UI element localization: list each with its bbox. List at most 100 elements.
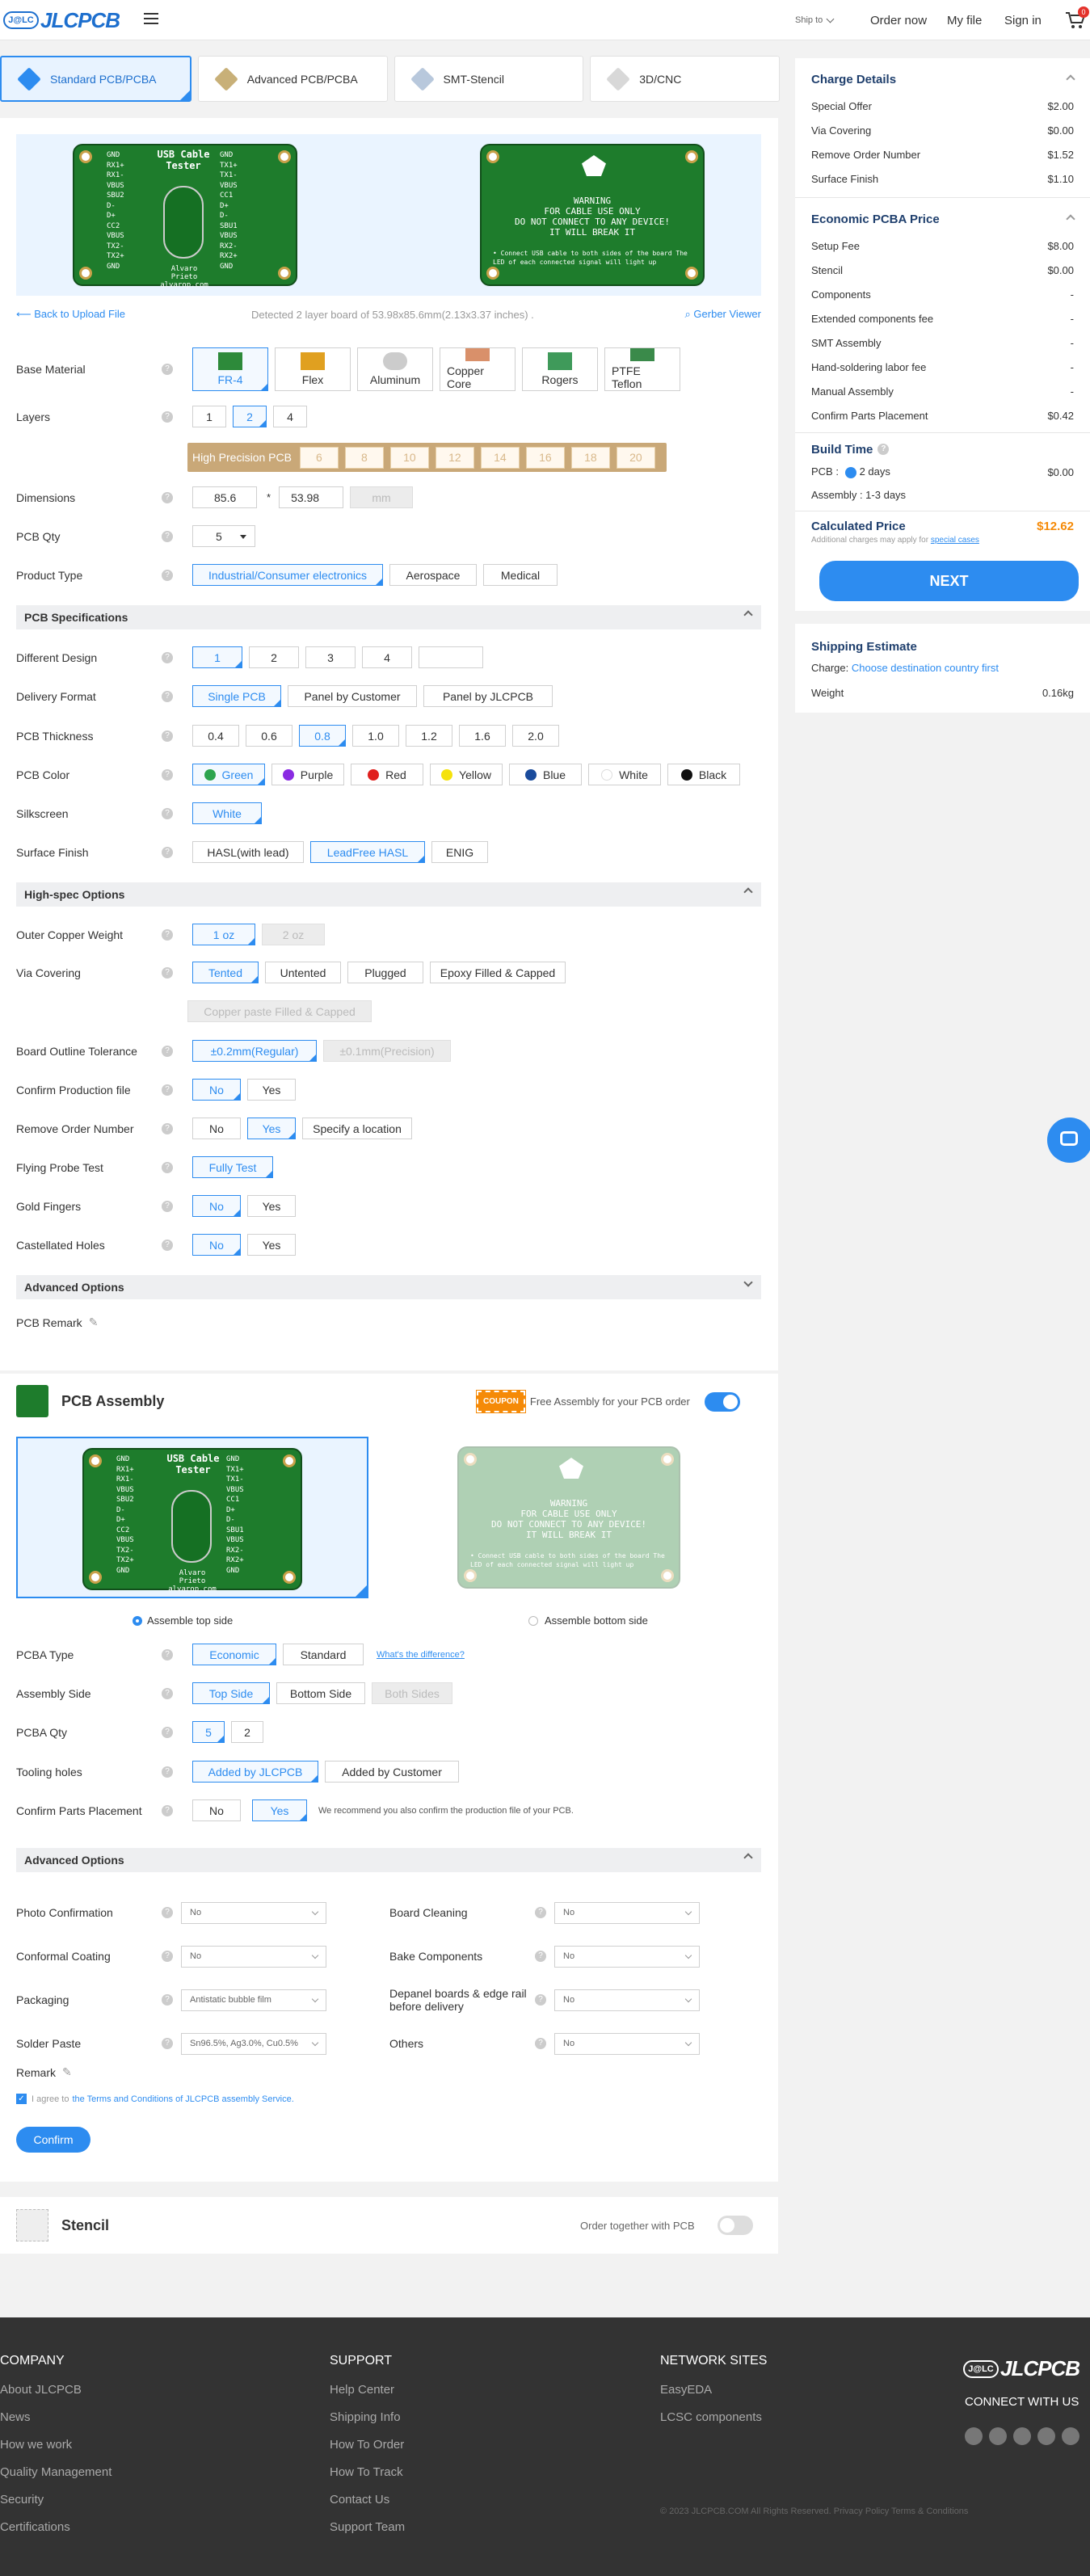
back-to-upload-link[interactable]: ⟵ Back to Upload File <box>16 308 125 321</box>
help-icon[interactable]: ? <box>162 690 173 702</box>
pcba-qty-5[interactable]: 5 <box>192 1721 225 1743</box>
help-icon[interactable]: ? <box>535 1907 546 1918</box>
footer-link[interactable]: Certifications <box>0 2520 112 2548</box>
checkbox-checked-icon[interactable]: ✓ <box>16 2094 27 2104</box>
help-icon[interactable]: ? <box>162 410 173 423</box>
pcba-price-header[interactable]: Economic PCBA Price <box>795 204 1090 234</box>
tolerance-regular[interactable]: ±0.2mm(Regular) <box>192 1040 317 1062</box>
help-icon[interactable]: ? <box>162 846 173 858</box>
layers-option[interactable]: 10 <box>389 446 429 469</box>
via-copper-paste[interactable]: Copper paste Filled & Capped <box>187 1000 372 1022</box>
footer-link[interactable]: How To Track <box>330 2465 405 2493</box>
layers-option[interactable]: 12 <box>435 446 474 469</box>
tab-standard-pcb[interactable]: Standard PCB/PCBA <box>0 56 191 102</box>
help-icon[interactable]: ? <box>162 966 173 979</box>
assembly-remark-row[interactable]: Remark ✎ <box>16 2065 72 2079</box>
assembly-advanced-header[interactable]: Advanced Options <box>16 1848 761 1872</box>
linkedin-icon[interactable] <box>1062 2427 1079 2445</box>
help-icon[interactable]: ? <box>162 1122 173 1134</box>
delivery-single-pcb[interactable]: Single PCB <box>192 685 281 707</box>
help-icon[interactable]: ? <box>162 1084 173 1096</box>
next-button[interactable]: NEXT <box>819 561 1079 601</box>
footer-link[interactable]: LCSC components <box>660 2410 767 2438</box>
thickness-option[interactable]: 0.8 <box>299 725 346 747</box>
pcb-qty-select[interactable]: 5 <box>192 525 255 547</box>
thickness-option[interactable]: 1.0 <box>352 725 399 747</box>
layers-option[interactable]: 4 <box>273 406 307 427</box>
thickness-option[interactable]: 0.6 <box>246 725 292 747</box>
confirm-production-no[interactable]: No <box>192 1079 241 1101</box>
color-option-green[interactable]: Green <box>192 764 265 785</box>
footer-link[interactable]: Support Team <box>330 2520 405 2548</box>
side-bottom[interactable]: Bottom Side <box>276 1682 365 1704</box>
footer-link[interactable]: Security <box>0 2493 112 2520</box>
edit-pencil-icon[interactable]: ✎ <box>62 2065 72 2079</box>
help-icon[interactable]: ? <box>162 1726 173 1738</box>
assembly-bottom-card[interactable]: WARNING FOR CABLE USE ONLY DO NOT CONNECT … <box>393 1437 745 1598</box>
choose-country-link[interactable]: Choose destination country first <box>852 662 999 674</box>
help-icon[interactable]: ? <box>162 1907 173 1918</box>
thickness-option[interactable]: 1.6 <box>459 725 506 747</box>
help-icon[interactable]: ? <box>162 1687 173 1699</box>
copper-2oz[interactable]: 2 oz <box>262 924 325 945</box>
dimension-x-input[interactable]: 85.6 <box>192 486 257 508</box>
help-icon[interactable]: ? <box>535 2038 546 2049</box>
confirm-button[interactable]: Confirm <box>16 2127 90 2153</box>
footer-link[interactable]: Quality Management <box>0 2465 112 2493</box>
option-select[interactable]: Sn96.5%, Ag3.0%, Cu0.5% <box>181 2032 326 2055</box>
surface-hasl-lead[interactable]: HASL(with lead) <box>192 841 304 863</box>
option-select[interactable]: No <box>554 1901 700 1924</box>
footer-link[interactable]: How To Order <box>330 2438 405 2465</box>
sign-in-link[interactable]: Sign in <box>1004 0 1042 40</box>
help-icon[interactable]: ? <box>162 2038 173 2049</box>
footer-link[interactable]: News <box>0 2410 112 2438</box>
option-select[interactable]: No <box>554 1989 700 2011</box>
tab-advanced-pcb[interactable]: Advanced PCB/PCBA <box>197 56 388 102</box>
surface-enig[interactable]: ENIG <box>431 841 488 863</box>
product-type-aerospace[interactable]: Aerospace <box>389 564 477 586</box>
tab-smt-stencil[interactable]: SMT-Stencil <box>393 56 584 102</box>
tolerance-precision[interactable]: ±0.1mm(Precision) <box>323 1040 451 1062</box>
silkscreen-white[interactable]: White <box>192 802 262 824</box>
help-icon[interactable]: ? <box>162 569 173 581</box>
unit-select[interactable]: mm <box>350 486 414 508</box>
option-select[interactable]: Antistatic bubble film <box>181 1989 326 2011</box>
delivery-panel-jlcpcb[interactable]: Panel by JLCPCB <box>423 685 553 707</box>
layers-option[interactable]: 20 <box>616 446 655 469</box>
menu-icon[interactable] <box>144 13 158 24</box>
option-select[interactable]: No <box>181 1945 326 1968</box>
help-icon[interactable]: ? <box>162 730 173 742</box>
help-icon[interactable]: ? <box>162 1161 173 1173</box>
order-now-link[interactable]: Order now <box>870 0 927 40</box>
material-fr4[interactable]: FR-4 <box>192 347 268 391</box>
material-flex[interactable]: Flex <box>275 347 351 391</box>
terms-link[interactable]: the Terms and Conditions of JLCPCB assem… <box>72 2094 293 2104</box>
edit-pencil-icon[interactable]: ✎ <box>89 1315 99 1329</box>
castellated-no[interactable]: No <box>192 1234 241 1256</box>
design-option[interactable]: 1 <box>192 646 242 668</box>
material-rogers[interactable]: Rogers <box>522 347 598 391</box>
castellated-yes[interactable]: Yes <box>247 1234 296 1256</box>
chat-widget-button[interactable] <box>1047 1118 1090 1163</box>
material-ptfe-teflon[interactable]: PTFE Teflon <box>604 347 680 391</box>
ship-to-selector[interactable]: Ship to <box>795 0 835 40</box>
layers-option[interactable]: 6 <box>299 446 339 469</box>
via-untented[interactable]: Untented <box>265 962 341 983</box>
color-option-yellow[interactable]: Yellow <box>430 764 503 785</box>
pcba-standard[interactable]: Standard <box>283 1644 364 1665</box>
jlcpcb-logo[interactable]: J@LC JLCPCB <box>3 8 120 32</box>
via-plugged[interactable]: Plugged <box>347 962 423 983</box>
surface-leadfree-hasl[interactable]: LeadFree HASL <box>310 841 425 863</box>
tooling-customer[interactable]: Added by Customer <box>325 1761 459 1783</box>
design-option[interactable]: 3 <box>305 646 356 668</box>
material-copper-core[interactable]: Copper Core <box>440 347 516 391</box>
side-top[interactable]: Top Side <box>192 1682 270 1704</box>
charge-details-header[interactable]: Charge Details <box>795 65 1090 94</box>
help-icon[interactable]: ? <box>162 530 173 542</box>
layers-option[interactable]: 8 <box>344 446 384 469</box>
special-cases-link[interactable]: special cases <box>931 536 979 545</box>
my-file-link[interactable]: My file <box>947 0 982 40</box>
help-icon[interactable]: ? <box>162 1045 173 1057</box>
design-custom-input[interactable] <box>419 646 483 668</box>
option-select[interactable]: No <box>554 2032 700 2055</box>
